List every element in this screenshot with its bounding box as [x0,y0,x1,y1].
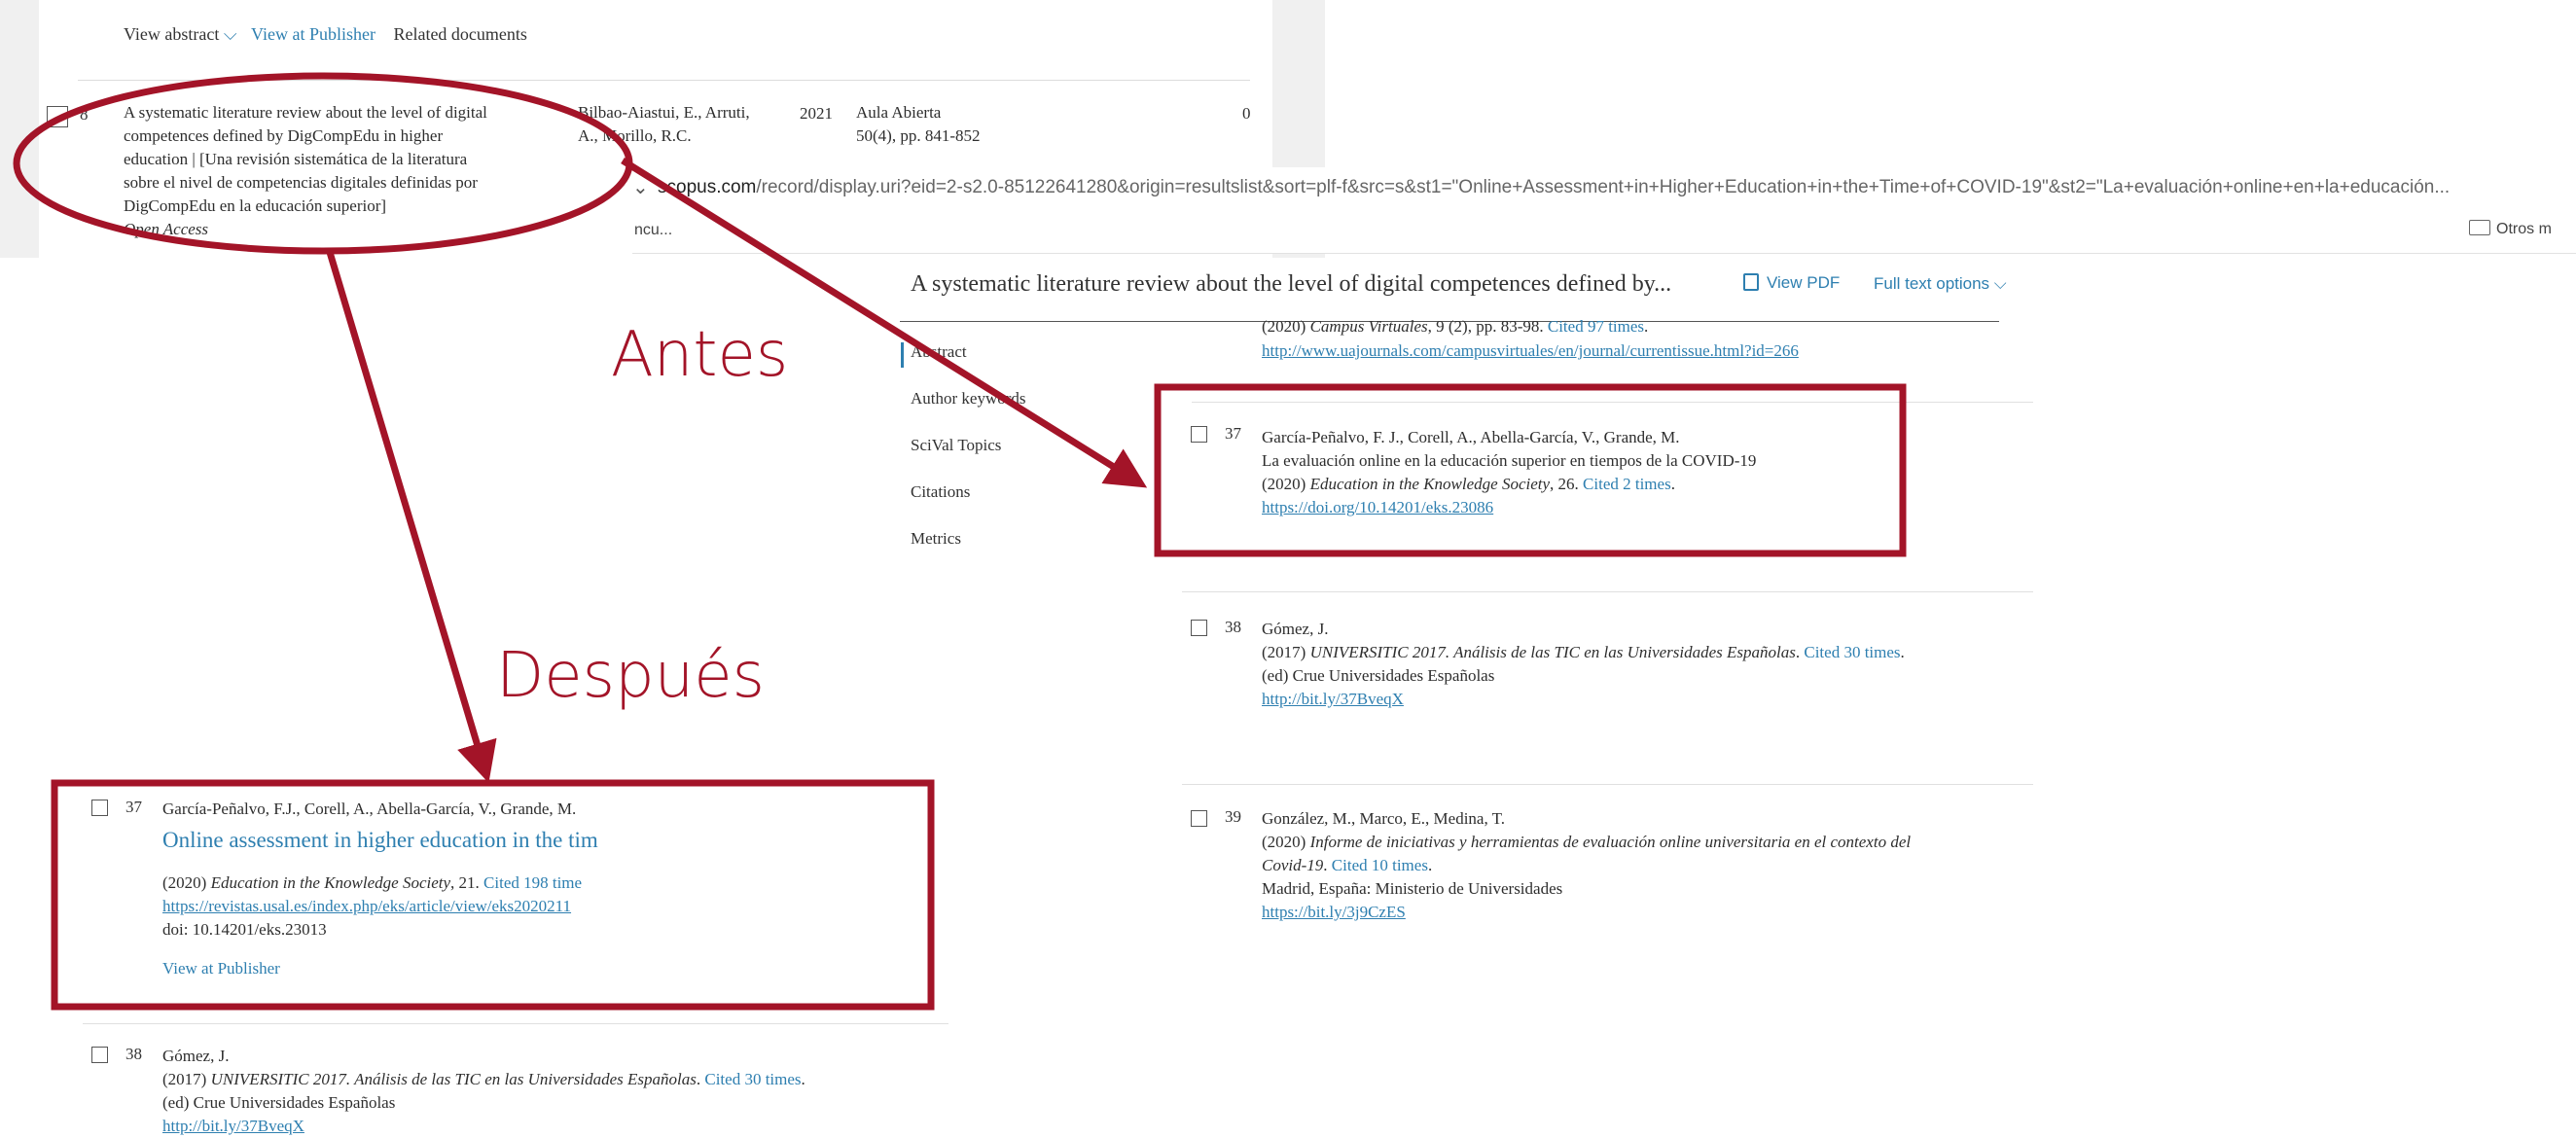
reference-url[interactable]: https://revistas.usal.es/index.php/eks/a… [162,895,629,918]
cited-link[interactable]: Cited 2 times [1583,475,1671,493]
url-host: scopus.com [658,177,757,197]
view-at-publisher-link[interactable]: View at Publisher [162,957,629,980]
reference-divider [1182,591,2033,592]
record-title: A systematic literature review about the… [911,271,1672,297]
title-line: sobre el nivel de competencias digitales… [124,173,478,192]
authors-line: A., Morillo, R.C. [578,126,692,145]
reference-38-despues: Gómez, J. (2017) UNIVERSITIC 2017. Análi… [162,1045,805,1138]
source-line: Aula Abierta [856,103,942,122]
view-abstract-link[interactable]: View abstract ⌵ [124,24,237,44]
url-text[interactable]: scopus.com/record/display.uri?eid=2-s2.0… [658,177,2564,198]
reference-checkbox[interactable] [1191,620,1207,636]
nav-metrics[interactable]: Metrics [911,529,961,549]
reference-url[interactable]: http://bit.ly/37BveqX [1262,688,1905,711]
result-row-title[interactable]: A systematic literature review about the… [124,101,487,241]
reference-39-antes: González, M., Marco, E., Medina, T. (202… [1262,807,1911,924]
arrow-to-despues [325,247,497,784]
result-row-index: 8 [80,105,89,124]
result-row-citations: 0 [1242,104,1251,123]
authors-line: Bilbao-Aiastui, E., Arruti, [578,103,750,122]
reference-number: 39 [1225,807,1241,826]
previous-reference: (2020) Campus Virtuales, 9 (2), pp. 83-9… [1262,314,1799,363]
view-at-publisher-link[interactable]: View at Publisher [251,24,376,44]
reference-number: 38 [125,1045,142,1063]
cited-link[interactable]: Cited 30 times [1804,643,1900,661]
url-path: /record/display.uri?eid=2-s2.0-851226412… [756,177,2451,197]
pdf-icon [1743,273,1759,291]
cited-link[interactable]: Cited 97 times [1548,317,1644,336]
annotation-antes: Antes [611,319,789,391]
reference-publisher: Madrid, España: Ministerio de Universida… [1262,879,1563,898]
view-pdf-label: View PDF [1767,273,1841,292]
reference-number: 37 [1225,424,1241,443]
results-divider [78,80,1250,81]
reference-title: La evaluación online en la educación sup… [1262,451,1757,470]
reference-url[interactable]: https://doi.org/10.14201/eks.23086 [1262,496,1756,519]
reference-divider [1192,402,2033,403]
cited-link[interactable]: Cited 10 times [1332,856,1428,874]
reference-publisher: (ed) Crue Universidades Españolas [162,1093,396,1112]
title-line: competences defined by DigCompEdu in hig… [124,126,444,145]
nav-author-keywords[interactable]: Author keywords [911,389,1026,409]
open-access-label: Open Access [124,220,209,238]
reference-authors: Gómez, J. [1262,620,1329,638]
reference-doi: doi: 10.14201/eks.23013 [162,920,327,939]
bookmark-item[interactable]: ncu... [634,222,672,239]
reference-authors: García-Peñalvo, F. J., Corell, A., Abell… [1262,428,1680,446]
reference-checkbox[interactable] [1191,810,1207,827]
reference-publisher: (ed) Crue Universidades Españolas [1262,666,1495,685]
nav-abstract[interactable]: Abstract [911,342,967,362]
result-row-source: Aula Abierta 50(4), pp. 841-852 [856,101,980,148]
cited-link[interactable]: Cited 198 time [483,873,582,892]
chevron-down-icon: ⌵ [223,24,237,44]
back-chevron-icon[interactable]: ⌄ [632,175,649,199]
reference-38-antes: Gómez, J. (2017) UNIVERSITIC 2017. Análi… [1262,618,1905,711]
reference-number: 38 [1225,618,1241,636]
title-line: DigCompEdu en la educación superior] [124,196,387,215]
reference-url[interactable]: http://bit.ly/37BveqX [162,1115,805,1138]
folder-icon [2469,220,2490,235]
reference-authors: Gómez, J. [162,1047,230,1065]
reference-37-antes: García-Peñalvo, F. J., Corell, A., Abell… [1262,426,1756,519]
reference-authors: González, M., Marco, E., Medina, T. [1262,809,1506,828]
reference-checkbox[interactable] [91,1047,108,1063]
nav-active-marker [901,342,904,368]
nav-citations[interactable]: Citations [911,482,970,502]
chevron-down-icon: ⌵ [1993,274,2007,293]
result-row-authors: Bilbao-Aiastui, E., Arruti, A., Morillo,… [578,101,750,148]
bookmark-others-label: Otros m [2496,221,2552,237]
source-line: 50(4), pp. 841-852 [856,126,981,145]
related-documents-link[interactable]: Related documents [393,24,526,44]
reference-divider [83,1023,948,1024]
reference-title-link[interactable]: Online assessment in higher education in… [162,823,629,858]
nav-scival-topics[interactable]: SciVal Topics [911,436,1001,455]
bookmark-others[interactable]: Otros m [2469,220,2552,238]
cited-link[interactable]: Cited 30 times [704,1070,801,1088]
title-line: education | [Una revisión sistemática de… [124,150,468,168]
full-text-label: Full text options [1874,274,1990,293]
annotation-despues: Después [496,640,765,712]
title-line: A systematic literature review about the… [124,103,487,122]
reference-url[interactable]: https://bit.ly/3j9CzES [1262,901,1911,924]
result-row-year: 2021 [800,104,833,123]
full-text-options-button[interactable]: Full text options ⌵ [1874,274,2007,294]
reference-checkbox[interactable] [1191,426,1207,443]
reference-checkbox[interactable] [91,800,108,816]
results-actions: View abstract ⌵ View at Publisher Relate… [124,24,527,45]
reference-divider [1182,784,2033,785]
reference-url[interactable]: http://www.uajournals.com/campusvirtuale… [1262,338,1799,363]
reference-37-despues: García-Peñalvo, F.J., Corell, A., Abella… [162,798,629,980]
reference-number: 37 [125,798,142,816]
result-row-checkbox[interactable] [47,106,68,127]
view-pdf-button[interactable]: View PDF [1743,273,1840,293]
reference-authors: García-Peñalvo, F.J., Corell, A., Abella… [162,800,577,818]
